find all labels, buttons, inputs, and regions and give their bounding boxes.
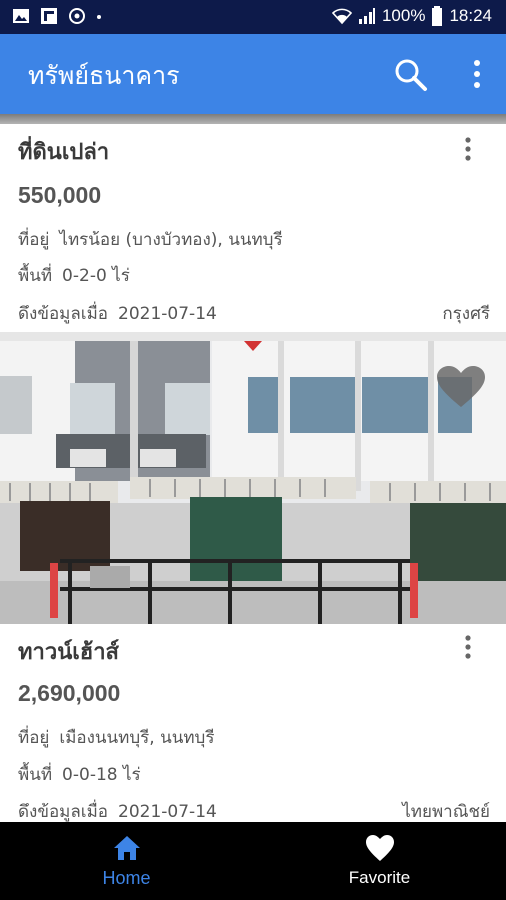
bottom-navigation: Home Favorite (0, 822, 506, 900)
fetched-label: ดึงข้อมูลเมื่อ (18, 802, 109, 822)
battery-percent: 100% (381, 6, 426, 25)
favorite-heart-icon[interactable] (436, 365, 486, 409)
status-bar: 100% 18:24 (0, 0, 506, 34)
nav-home-label: Home (102, 868, 151, 888)
listing-location: ที่อยู่ เมืองนนทบุรี, นนทบุรี (18, 724, 214, 751)
listing-photo[interactable] (0, 341, 506, 624)
listing-fetched: ดึงข้อมูลเมื่อ 2021-07-14 (18, 798, 217, 825)
heart-icon (365, 835, 394, 861)
listing-area: พื้นที่ 0-0-18 ไร่ (18, 761, 141, 788)
listing-fetched: ดึงข้อมูลเมื่อ 2021-07-14 (18, 300, 217, 327)
status-left-icons (12, 7, 102, 25)
search-icon[interactable] (392, 56, 428, 92)
listing-bank: กรุงศรี (442, 304, 490, 324)
listing-title: ที่ดินเปล่า (18, 140, 110, 165)
area-value: 0-0-18 ไร่ (62, 765, 141, 785)
signal-icon (358, 8, 375, 24)
nav-favorite-label: Favorite (348, 868, 411, 887)
location-value: เมืองนนทบุรี, นนทบุรี (59, 728, 215, 748)
listing-location: ที่อยู่ ไทรน้อย (บางบัวทอง), นนทบุรี (18, 226, 283, 253)
app-title: ทรัพย์ธนาคาร (28, 61, 180, 90)
listing-title: ทาวน์เฮ้าส์ (18, 640, 119, 665)
listing-more-icon[interactable] (464, 136, 472, 162)
sync-icon (69, 8, 85, 24)
nav-favorite[interactable]: Favorite (253, 822, 506, 900)
listing-area: พื้นที่ 0-2-0 ไร่ (18, 262, 130, 289)
dot-icon (97, 15, 101, 19)
image-icon (13, 9, 29, 23)
listing-bank: ไทยพาณิชย์ (402, 802, 490, 822)
fetched-label: ดึงข้อมูลเมื่อ (18, 304, 109, 324)
fetched-date: 2021-07-14 (118, 304, 217, 324)
battery-icon (432, 6, 443, 26)
status-right: 100% 18:24 (331, 6, 492, 26)
area-label: พื้นที่ (18, 266, 53, 286)
fetched-date: 2021-07-14 (118, 802, 217, 822)
app-bar: ทรัพย์ธนาคาร (0, 34, 506, 114)
area-value: 0-2-0 ไร่ (62, 266, 130, 286)
wifi-icon (331, 8, 352, 25)
home-icon (113, 836, 140, 860)
previous-image-edge (0, 114, 506, 124)
listing-price: 2,690,000 (18, 680, 121, 706)
listing-price: 550,000 (18, 182, 102, 208)
listing-card[interactable]: ที่ดินเปล่า 550,000 ที่อยู่ ไทรน้อย (บางบ… (0, 124, 506, 332)
clock: 18:24 (449, 6, 492, 25)
location-label: ที่อยู่ (18, 230, 50, 250)
location-label: ที่อยู่ (18, 728, 50, 748)
listing-card[interactable]: ทาวน์เฮ้าส์ 2,690,000 ที่อยู่ เมืองนนทบุร… (0, 624, 506, 822)
area-label: พื้นที่ (18, 765, 53, 785)
more-vert-icon[interactable] (470, 58, 484, 90)
listing-more-icon[interactable] (464, 634, 472, 660)
flipboard-icon (41, 8, 57, 24)
townhouse-photo (0, 341, 506, 624)
nav-home[interactable]: Home (0, 822, 253, 900)
location-value: ไทรน้อย (บางบัวทอง), นนทบุรี (59, 230, 283, 250)
